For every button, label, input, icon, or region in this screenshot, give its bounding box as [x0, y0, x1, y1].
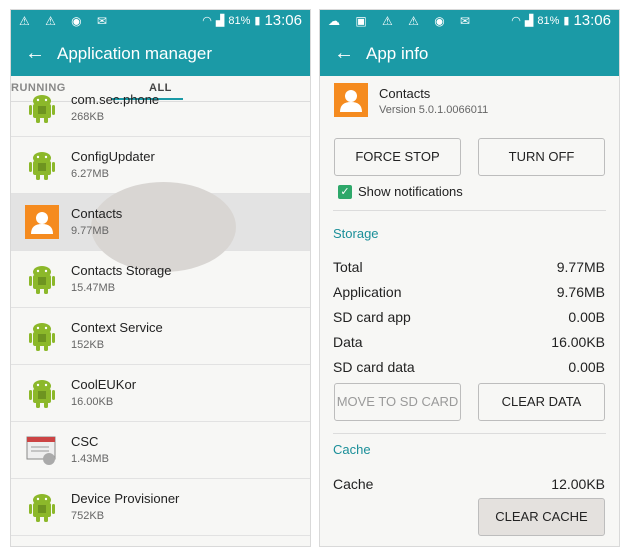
battery-icon: ▮ [254, 15, 261, 27]
app-size: 16.00KB [71, 396, 114, 408]
android-icon [25, 490, 59, 524]
app-size: 6.27MB [71, 168, 109, 180]
storage-row: Application 9.76MB [333, 284, 605, 304]
clock: 13:06 [264, 12, 302, 29]
app-size: 15.47MB [71, 282, 116, 294]
battery-icon: ▮ [563, 15, 570, 27]
cache-heading: Cache [333, 442, 371, 457]
app-list-item[interactable]: CoolEUKor 16.00KB [11, 365, 310, 422]
storage-row: Data 16.00KB [333, 334, 605, 354]
app-size: 268KB [71, 111, 105, 123]
app-list: com.sec.phone 268KB ConfigUpdater 6.27MB Con… [11, 92, 310, 536]
android-icon [25, 148, 59, 182]
notification-icons: ☁ ▣ ⚠ ⚠ ◉ ✉ [328, 14, 477, 28]
storage-heading: Storage [333, 226, 379, 241]
app-list-item[interactable]: Contacts 9.77MB [11, 182, 310, 272]
divider [333, 210, 606, 211]
app-size: 9.77MB [71, 225, 109, 237]
storage-row: SD card app 0.00B [333, 309, 605, 329]
status-bar: ☁ ▣ ⚠ ⚠ ◉ ✉ ◠ ▟ 81% ▮ 13:06 [320, 10, 619, 32]
app-list-item[interactable]: Contacts Storage 15.47MB [11, 251, 310, 308]
storage-label: Total [333, 259, 363, 275]
app-version: Version 5.0.1.0066011 [379, 104, 489, 116]
android-icon [25, 91, 59, 125]
notification-icons: ⚠ ⚠ ◉ ✉ [19, 14, 114, 28]
status-bar: ⚠ ⚠ ◉ ✉ ◠ ▟ 81% ▮ 13:06 [11, 10, 310, 32]
clock: 13:06 [573, 12, 611, 29]
back-arrow-icon[interactable]: ← [25, 40, 45, 66]
cache-row: Cache 12.00KB [333, 476, 605, 496]
app-list-item[interactable]: CSC 1.43MB [11, 422, 310, 479]
app-name: com.sec.phone [71, 92, 160, 107]
app-name: Device Provisioner [71, 491, 180, 506]
android-icon [25, 376, 59, 410]
action-bar: ← App info [320, 32, 619, 76]
battery-percent: 81% [537, 15, 560, 27]
contacts-icon [25, 205, 59, 239]
storage-label: Application [333, 284, 402, 300]
app-size: 1.43MB [71, 453, 109, 465]
app-name: CSC [71, 434, 99, 449]
storage-value: 16.00KB [551, 334, 605, 350]
show-notifications-label: Show notifications [358, 184, 463, 199]
wifi-icon: ◠ [202, 15, 212, 27]
storage-label: SD card data [333, 359, 415, 375]
android-icon [25, 262, 59, 296]
page-title: Application manager [57, 44, 212, 63]
app-name: Contacts [71, 206, 123, 221]
storage-value: 0.00B [568, 359, 605, 375]
app-name: Contacts Storage [71, 263, 172, 278]
force-stop-button[interactable]: FORCE STOP [334, 138, 461, 176]
app-size: 152KB [71, 339, 105, 351]
storage-value: 9.77MB [556, 259, 605, 275]
android-icon [25, 319, 59, 353]
app-size: 752KB [71, 510, 105, 522]
action-bar: ← Application manager [11, 32, 310, 76]
storage-row: Total 9.77MB [333, 259, 605, 279]
checkbox-checked-icon[interactable]: ✓ [338, 184, 352, 199]
contacts-icon [334, 83, 368, 117]
clear-cache-button[interactable]: CLEAR CACHE [478, 498, 605, 536]
app-name: Contacts [379, 86, 431, 101]
storage-row: SD card data 0.00B [333, 359, 605, 379]
move-to-sd-card-button[interactable]: MOVE TO SD CARD [334, 383, 461, 421]
application-manager-screen: ⚠ ⚠ ◉ ✉ ◠ ▟ 81% ▮ 13:06 ← Application ma… [10, 9, 311, 547]
signal-icon: ▟ [215, 15, 225, 27]
wifi-icon: ◠ [511, 15, 521, 27]
show-notifications-row[interactable]: ✓ Show notifications [338, 184, 463, 199]
clear-data-button[interactable]: CLEAR DATA [478, 383, 605, 421]
signal-icon: ▟ [524, 15, 534, 27]
app-list-item[interactable]: com.sec.phone 268KB [11, 80, 310, 137]
divider [333, 433, 606, 434]
app-header: Contacts Version 5.0.1.0066011 [320, 76, 619, 146]
battery-percent: 81% [228, 15, 251, 27]
cache-label: Cache [333, 476, 374, 492]
storage-label: SD card app [333, 309, 411, 325]
app-list-item[interactable]: Context Service 152KB [11, 308, 310, 365]
back-arrow-icon[interactable]: ← [334, 40, 354, 66]
app-name: Context Service [71, 320, 163, 335]
storage-label: Data [333, 334, 363, 350]
csc-icon [25, 433, 59, 467]
app-name: ConfigUpdater [71, 149, 155, 164]
turn-off-button[interactable]: TURN OFF [478, 138, 605, 176]
page-title: App info [366, 44, 429, 63]
app-list-item[interactable]: Device Provisioner 752KB [11, 479, 310, 536]
cache-value: 12.00KB [551, 476, 605, 492]
storage-value: 0.00B [568, 309, 605, 325]
storage-value: 9.76MB [556, 284, 605, 300]
app-name: CoolEUKor [71, 377, 137, 392]
app-info-screen: ☁ ▣ ⚠ ⚠ ◉ ✉ ◠ ▟ 81% ▮ 13:06 ← App info C… [319, 9, 620, 547]
